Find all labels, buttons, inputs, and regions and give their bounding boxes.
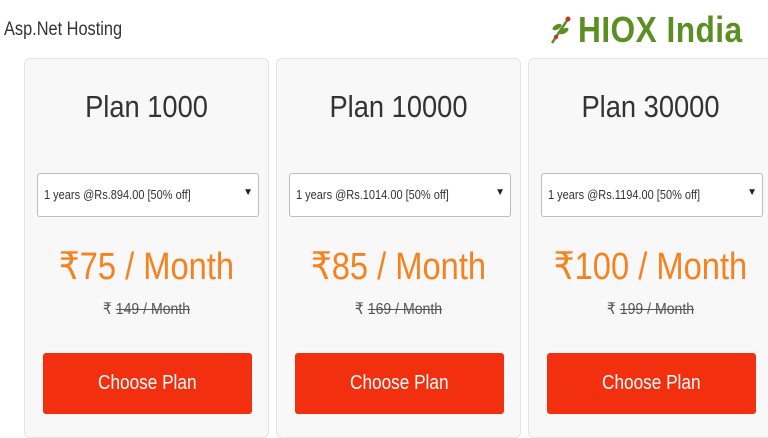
old-price-value: 199 / Month — [619, 301, 695, 318]
plan-price: ₹100 / Month — [546, 244, 755, 289]
plan-term-select[interactable]: 1 years @Rs.1014.00 [50% off] ▼ — [289, 173, 511, 217]
plan-name: Plan 1000 — [85, 89, 208, 124]
hiox-logo[interactable]: HIOX India — [548, 9, 765, 50]
select-value: 1 years @Rs.894.00 [50% off] — [44, 188, 191, 202]
plan-term-select[interactable]: 1 years @Rs.894.00 [50% off] ▼ — [37, 173, 259, 217]
plan-card: Plan 30000 1 years @Rs.1194.00 [50% off]… — [528, 58, 768, 438]
plan-old-price: ₹ 199 / Month — [544, 299, 758, 319]
rupee-icon: ₹ — [102, 301, 112, 318]
rupee-icon: ₹ — [58, 246, 80, 288]
select-value: 1 years @Rs.1014.00 [50% off] — [296, 188, 449, 202]
leaf-sprig-icon — [550, 16, 571, 44]
plan-term-select[interactable]: 1 years @Rs.1194.00 [50% off] ▼ — [541, 173, 763, 217]
site-title: Asp.Net Hosting — [4, 19, 123, 40]
choose-plan-button[interactable]: Choose Plan — [547, 353, 756, 414]
old-price-value: 149 / Month — [115, 301, 191, 318]
old-price-value: 169 / Month — [367, 301, 443, 318]
price-value: 75 / Month — [79, 246, 235, 288]
price-value: 85 / Month — [331, 246, 487, 288]
dropdown-arrow-icon: ▼ — [243, 187, 253, 198]
plan-card: Plan 1000 1 years @Rs.894.00 [50% off] ▼… — [24, 58, 269, 438]
plan-old-price: ₹ 149 / Month — [40, 299, 254, 319]
plan-name: Plan 10000 — [329, 89, 468, 124]
select-value: 1 years @Rs.1194.00 [50% off] — [548, 188, 701, 202]
button-label: Choose Plan — [98, 372, 197, 394]
choose-plan-button[interactable]: Choose Plan — [43, 353, 252, 414]
plan-name: Plan 30000 — [581, 89, 720, 124]
plan-price: ₹75 / Month — [42, 244, 251, 289]
plan-card: Plan 10000 1 years @Rs.1014.00 [50% off]… — [276, 58, 521, 438]
rupee-icon: ₹ — [553, 246, 575, 288]
logo-text: HIOX India — [578, 9, 743, 50]
button-label: Choose Plan — [602, 372, 701, 394]
dropdown-arrow-icon: ▼ — [747, 187, 757, 198]
rupee-icon: ₹ — [354, 301, 364, 318]
choose-plan-button[interactable]: Choose Plan — [295, 353, 504, 414]
price-value: 100 / Month — [574, 246, 748, 288]
dropdown-arrow-icon: ▼ — [495, 187, 505, 198]
plan-old-price: ₹ 169 / Month — [292, 299, 506, 319]
rupee-icon: ₹ — [606, 301, 616, 318]
plan-price: ₹85 / Month — [294, 244, 503, 289]
rupee-icon: ₹ — [310, 246, 332, 288]
button-label: Choose Plan — [350, 372, 449, 394]
